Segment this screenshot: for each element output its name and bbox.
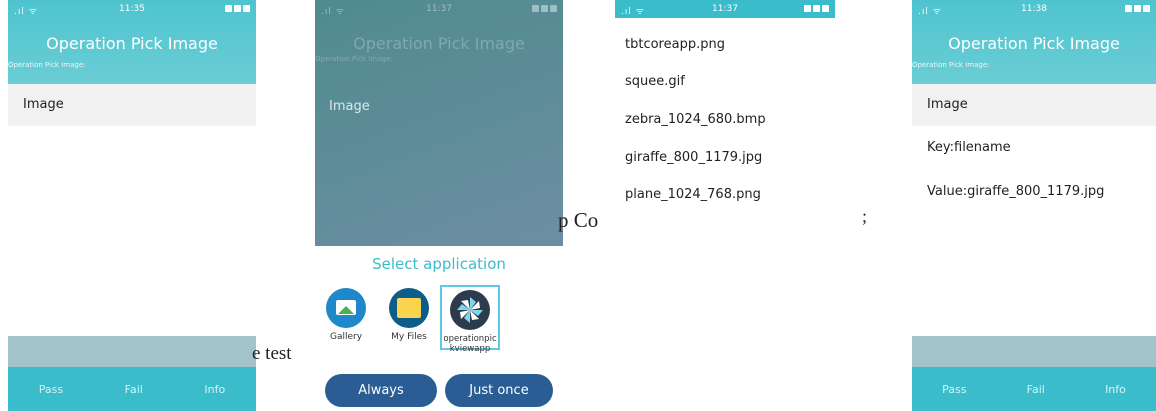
screen-2: .ıl ᯤ 11:37 Operation Pick Image Operati… — [315, 0, 563, 411]
list-item-label: Image — [23, 97, 64, 112]
title-bar: .ıl ᯤ 11:38 Operation Pick Image Operati… — [912, 0, 1156, 84]
dialog-title: Select application — [372, 255, 506, 273]
tab-info[interactable]: Info — [1105, 383, 1126, 396]
pinwheel-icon — [457, 297, 483, 323]
status-time: 11:38 — [1021, 4, 1047, 14]
page-subtitle: Operation Pick Image: — [8, 61, 86, 69]
file-item[interactable]: tbtcoreapp.png — [625, 37, 725, 52]
list-item-label: Image — [927, 97, 968, 112]
app-option-operationpickviewapp[interactable]: operationpic kviewapp — [440, 285, 500, 354]
tab-pass[interactable]: Pass — [942, 383, 966, 396]
status-bar: .ıl ᯤ 11:38 — [912, 0, 1156, 18]
page-subtitle: Operation Pick Image: — [912, 61, 990, 69]
status-bar-area: .ıl ᯤ 11:37 — [615, 0, 835, 18]
app-option-my-files[interactable]: My Files — [383, 288, 435, 342]
list-item[interactable]: Image — [8, 84, 256, 126]
list-item-label: Key:filename — [927, 140, 1011, 155]
app-icon — [450, 290, 490, 330]
page-title: Operation Pick Image — [948, 34, 1120, 53]
battery-icon — [225, 5, 250, 12]
status-bar: .ıl ᯤ 11:35 — [8, 0, 256, 18]
page-title: Operation Pick Image — [353, 34, 525, 53]
status-bar: .ıl ᯤ 11:37 — [315, 0, 563, 18]
page-subtitle: Operation Pick Image: — [315, 55, 393, 63]
bottom-tabs: Pass Fail Info — [8, 367, 256, 411]
always-button[interactable]: Always — [325, 374, 437, 407]
screen-3: .ıl ᯤ 11:37 tbtcoreapp.png squee.gif zeb… — [615, 0, 835, 372]
app-label: Gallery — [329, 332, 363, 342]
overlay-text: e test — [252, 343, 292, 364]
battery-icon — [1125, 5, 1150, 12]
bottom-tabs: Pass Fail Info — [912, 367, 1156, 411]
app-label: My Files — [391, 332, 427, 342]
file-item[interactable]: plane_1024_768.png — [625, 187, 761, 202]
list-item[interactable]: Value:giraffe_800_1179.jpg — [912, 172, 1156, 212]
file-item[interactable]: zebra_1024_680.bmp — [625, 112, 766, 127]
screen-1: .ıl ᯤ 11:35 Operation Pick Image Operati… — [8, 0, 256, 411]
tab-fail[interactable]: Fail — [1027, 383, 1045, 396]
screen-4: .ıl ᯤ 11:38 Operation Pick Image Operati… — [912, 0, 1156, 411]
divider-band — [912, 336, 1156, 367]
overlay-text: p Co — [558, 208, 599, 232]
title-bar: .ıl ᯤ 11:35 Operation Pick Image Operati… — [8, 0, 256, 84]
divider-band — [8, 336, 256, 367]
list-item-label: Value:giraffe_800_1179.jpg — [927, 184, 1105, 199]
list-item-label: Image — [329, 99, 370, 114]
overlay-text: ; — [862, 206, 868, 226]
app-label: operationpic kviewapp — [443, 334, 497, 354]
tab-fail[interactable]: Fail — [125, 383, 143, 396]
file-item[interactable]: squee.gif — [625, 74, 685, 89]
app-option-gallery[interactable]: Gallery — [320, 288, 372, 342]
tab-info[interactable]: Info — [204, 383, 225, 396]
battery-icon — [532, 5, 557, 12]
file-item[interactable]: giraffe_800_1179.jpg — [625, 150, 762, 165]
just-once-button[interactable]: Just once — [445, 374, 553, 407]
status-time: 11:35 — [119, 4, 145, 14]
status-time: 11:37 — [712, 4, 738, 14]
folder-icon — [389, 288, 429, 328]
status-time: 11:37 — [426, 4, 452, 14]
list-item[interactable]: Image — [912, 84, 1156, 126]
battery-icon — [804, 5, 829, 12]
dimmed-background: .ıl ᯤ 11:37 Operation Pick Image Operati… — [315, 0, 563, 246]
gallery-icon — [326, 288, 366, 328]
tab-pass[interactable]: Pass — [39, 383, 63, 396]
page-title: Operation Pick Image — [46, 34, 218, 53]
list-item[interactable]: Key:filename — [912, 128, 1156, 168]
status-bar: .ıl ᯤ 11:37 — [615, 0, 835, 18]
